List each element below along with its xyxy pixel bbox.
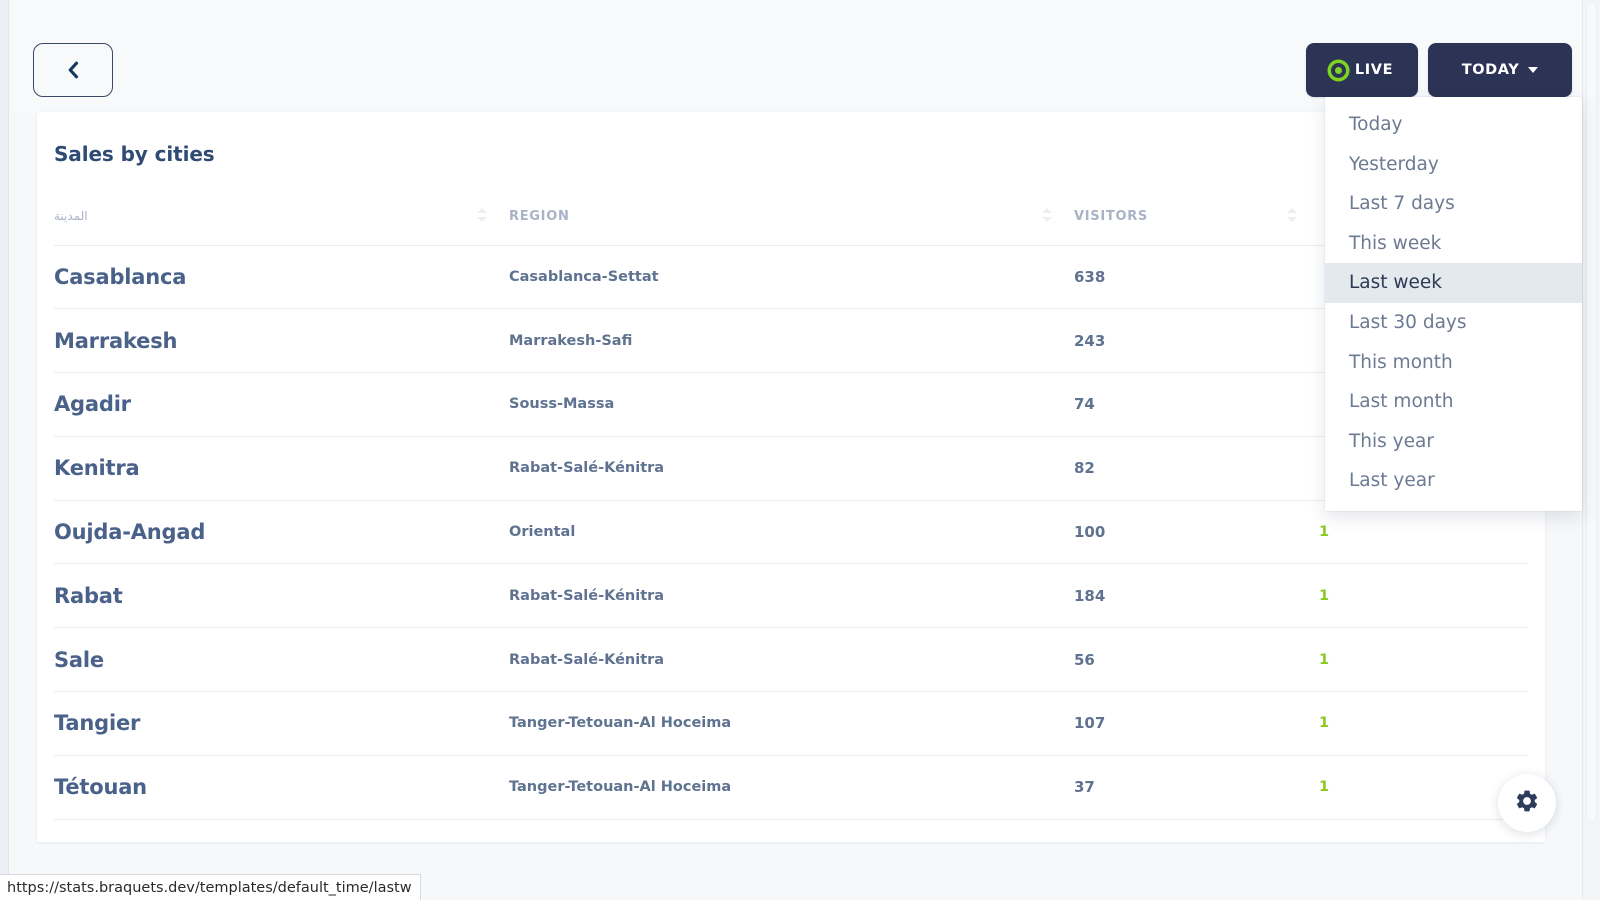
table-row[interactable]: Tangier Tanger-Tetouan-Al Hoceima 107 1 bbox=[54, 691, 1528, 756]
dropdown-item-last-week[interactable]: Last week bbox=[1325, 263, 1582, 303]
city-cell: Tétouan bbox=[54, 755, 509, 820]
visitors-cell: 56 bbox=[1074, 627, 1319, 693]
visitors-cell: 37 bbox=[1074, 755, 1319, 820]
table-row[interactable]: Oujda-Angad Oriental 100 1 bbox=[54, 500, 1528, 565]
region-cell: Casablanca-Settat bbox=[509, 245, 1074, 310]
left-scrollbar-gutter[interactable] bbox=[0, 0, 9, 900]
column-header-visitors[interactable]: VISITORS bbox=[1074, 189, 1319, 246]
dropdown-item-today[interactable]: Today bbox=[1325, 105, 1582, 145]
extra-cell: 1 bbox=[1319, 755, 1528, 820]
dropdown-item-this-year[interactable]: This year bbox=[1325, 422, 1582, 462]
sort-arrows-icon[interactable] bbox=[477, 207, 487, 226]
table-header-row: المدينة REGION VISITORS bbox=[54, 189, 1528, 246]
extra-cell: 1 bbox=[1319, 563, 1528, 629]
visitors-cell: 82 bbox=[1074, 436, 1319, 501]
chevron-left-icon bbox=[66, 61, 80, 79]
top-toolbar: LIVE TODAY bbox=[10, 0, 1582, 112]
table-row[interactable]: Rabat Rabat-Salé-Kénitra 184 1 bbox=[54, 563, 1528, 629]
city-cell: Casablanca bbox=[54, 245, 509, 310]
table-row[interactable]: Kenitra Rabat-Salé-Kénitra 82 bbox=[54, 436, 1528, 501]
region-cell: Marrakesh-Safi bbox=[509, 308, 1074, 374]
live-button[interactable]: LIVE bbox=[1306, 43, 1418, 97]
dropdown-item-last-30-days[interactable]: Last 30 days bbox=[1325, 303, 1582, 343]
city-cell: Tangier bbox=[54, 691, 509, 756]
right-scrollbar[interactable] bbox=[1582, 0, 1600, 900]
green-dot-icon bbox=[1330, 62, 1346, 78]
settings-fab-button[interactable] bbox=[1498, 774, 1556, 832]
city-cell: Marrakesh bbox=[54, 308, 509, 374]
visitors-cell: 184 bbox=[1074, 563, 1319, 629]
sales-by-cities-table: المدينة REGION VISITORS Casablanca Casab… bbox=[54, 189, 1528, 820]
status-bar-url: https://stats.braquets.dev/templates/def… bbox=[7, 879, 412, 896]
live-button-label: LIVE bbox=[1354, 62, 1394, 78]
visitors-cell: 638 bbox=[1074, 245, 1319, 310]
dropdown-item-last-month[interactable]: Last month bbox=[1325, 382, 1582, 422]
region-cell: Rabat-Salé-Kénitra bbox=[509, 627, 1074, 693]
back-button[interactable] bbox=[33, 43, 113, 97]
region-cell: Rabat-Salé-Kénitra bbox=[509, 563, 1074, 629]
card-title: Sales by cities bbox=[54, 142, 215, 166]
visitors-cell: 107 bbox=[1074, 691, 1319, 756]
date-range-dropdown-menu[interactable]: Today Yesterday Last 7 days This week Last w… bbox=[1325, 97, 1582, 511]
city-cell: Oujda-Angad bbox=[54, 500, 509, 565]
table-body: Casablanca Casablanca-Settat 638 Marrakesh M… bbox=[54, 245, 1528, 820]
region-cell: Rabat-Salé-Kénitra bbox=[509, 436, 1074, 501]
visitors-cell: 243 bbox=[1074, 308, 1319, 374]
table-row[interactable]: Marrakesh Marrakesh-Safi 243 bbox=[54, 308, 1528, 374]
dropdown-item-yesterday[interactable]: Yesterday bbox=[1325, 145, 1582, 185]
today-button-label: TODAY bbox=[1461, 62, 1520, 78]
extra-cell: 1 bbox=[1319, 691, 1528, 756]
city-cell: Rabat bbox=[54, 563, 509, 629]
region-cell: Tanger-Tetouan-Al Hoceima bbox=[509, 691, 1074, 756]
dropdown-item-this-week[interactable]: This week bbox=[1325, 224, 1582, 264]
column-header-city[interactable]: المدينة bbox=[54, 189, 509, 246]
region-cell: Oriental bbox=[509, 500, 1074, 565]
table-row[interactable]: Casablanca Casablanca-Settat 638 bbox=[54, 245, 1528, 310]
dropdown-item-last-year[interactable]: Last year bbox=[1325, 461, 1582, 501]
sort-arrows-icon[interactable] bbox=[1042, 207, 1052, 226]
caret-down-icon bbox=[1528, 67, 1539, 73]
today-dropdown-button[interactable]: TODAY bbox=[1428, 43, 1572, 97]
region-cell: Tanger-Tetouan-Al Hoceima bbox=[509, 755, 1074, 820]
gear-icon bbox=[1514, 788, 1540, 818]
region-cell: Souss-Massa bbox=[509, 372, 1074, 437]
visitors-cell: 100 bbox=[1074, 500, 1319, 565]
table-head: المدينة REGION VISITORS bbox=[54, 189, 1528, 246]
table-row[interactable]: Tétouan Tanger-Tetouan-Al Hoceima 37 1 bbox=[54, 755, 1528, 820]
table-row[interactable]: Sale Rabat-Salé-Kénitra 56 1 bbox=[54, 627, 1528, 693]
visitors-cell: 74 bbox=[1074, 372, 1319, 437]
city-cell: Agadir bbox=[54, 372, 509, 437]
dropdown-item-this-month[interactable]: This month bbox=[1325, 343, 1582, 383]
page-viewport: LIVE TODAY Today Yesterday Last 7 days This… bbox=[0, 0, 1600, 900]
extra-cell: 1 bbox=[1319, 627, 1528, 693]
city-cell: Kenitra bbox=[54, 436, 509, 501]
column-header-region[interactable]: REGION bbox=[509, 189, 1074, 246]
browser-status-bar: https://stats.braquets.dev/templates/def… bbox=[0, 874, 421, 900]
dropdown-item-last-7-days[interactable]: Last 7 days bbox=[1325, 184, 1582, 224]
sort-arrows-icon[interactable] bbox=[1287, 207, 1297, 226]
table-row[interactable]: Agadir Souss-Massa 74 bbox=[54, 372, 1528, 437]
city-cell: Sale bbox=[54, 627, 509, 693]
sales-by-cities-card: Sales by cities المدينة REGION VISITORS bbox=[37, 112, 1545, 842]
scrollbar-thumb[interactable] bbox=[1586, 2, 1597, 822]
